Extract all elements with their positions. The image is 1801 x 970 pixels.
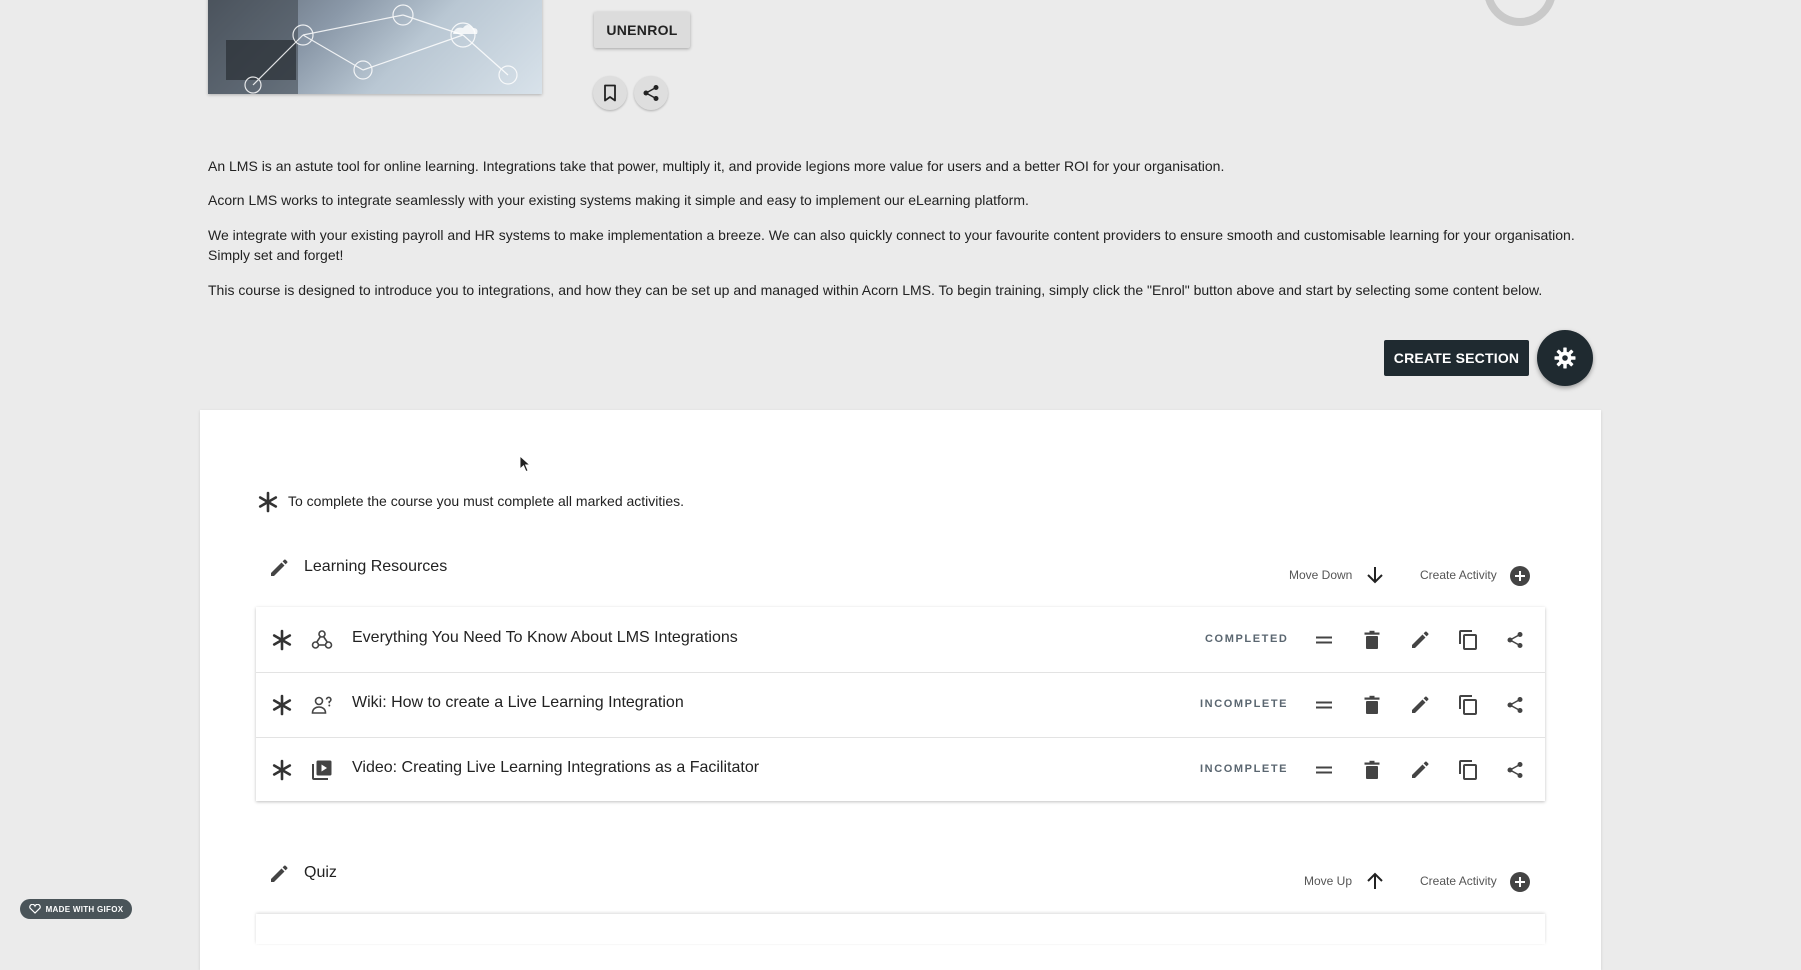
delete-icon[interactable] <box>1361 694 1383 716</box>
pencil-icon[interactable] <box>1409 629 1431 651</box>
activity-list: Everything You Need To Know About LMS In… <box>256 607 1545 801</box>
webhook-icon <box>311 629 333 651</box>
create-section-button[interactable]: CREATE SECTION <box>1384 340 1529 376</box>
person-question-icon <box>311 694 333 716</box>
copy-icon[interactable] <box>1457 759 1479 781</box>
edit-section-button[interactable] <box>268 863 290 885</box>
add-circle-icon <box>1510 872 1530 892</box>
activity-row[interactable]: Wiki: How to create a Live Learning Inte… <box>256 672 1545 738</box>
description-paragraph: This course is designed to introduce you… <box>208 282 1543 298</box>
bookmark-icon <box>604 84 616 102</box>
delete-icon[interactable] <box>1361 629 1383 651</box>
arrow-up-icon <box>1367 872 1383 889</box>
section-title: Quiz <box>304 864 337 881</box>
status-badge: COMPLETED <box>1205 633 1289 645</box>
activity-title[interactable]: Video: Creating Live Learning Integratio… <box>352 759 759 777</box>
delete-icon[interactable] <box>1361 759 1383 781</box>
move-down-button[interactable] <box>1364 564 1386 586</box>
drag-handle-icon[interactable] <box>1313 694 1335 716</box>
course-progress-ring <box>1484 0 1556 26</box>
copy-icon[interactable] <box>1457 694 1479 716</box>
required-asterisk-icon <box>271 629 293 651</box>
share-icon[interactable] <box>1504 759 1526 781</box>
drag-handle-icon[interactable] <box>1313 759 1335 781</box>
completion-note: To complete the course you must complete… <box>288 493 685 509</box>
edit-section-button[interactable] <box>268 557 290 579</box>
section-title: Learning Resources <box>304 558 448 575</box>
video-library-icon <box>311 759 333 781</box>
fox-heart-icon <box>28 904 41 914</box>
pencil-icon[interactable] <box>1409 759 1431 781</box>
activity-title[interactable]: Wiki: How to create a Live Learning Inte… <box>352 694 684 712</box>
status-badge: INCOMPLETE <box>1200 763 1289 775</box>
share-icon <box>643 85 659 101</box>
share-button[interactable] <box>634 76 668 110</box>
required-asterisk-icon <box>271 759 293 781</box>
status-badge: INCOMPLETE <box>1200 698 1289 710</box>
network-illustration-icon <box>208 0 518 94</box>
create-activity-label[interactable]: Create Activity <box>1420 568 1497 582</box>
drag-handle-icon[interactable] <box>1313 629 1335 651</box>
unenrol-button[interactable]: UNENROL <box>594 12 690 48</box>
activity-title[interactable]: Everything You Need To Know About LMS In… <box>352 629 738 647</box>
create-activity-button[interactable] <box>1509 565 1531 587</box>
move-up-button[interactable] <box>1364 870 1386 892</box>
bookmark-button[interactable] <box>593 76 627 110</box>
gifox-badge-label: MADE WITH GIFOX <box>45 904 124 914</box>
share-icon[interactable] <box>1504 629 1526 651</box>
settings-button[interactable] <box>1537 330 1593 386</box>
copy-icon[interactable] <box>1457 629 1479 651</box>
pencil-icon <box>271 559 288 576</box>
add-circle-icon <box>1510 566 1530 586</box>
required-asterisk-icon <box>271 694 293 716</box>
required-asterisk-icon <box>257 491 279 513</box>
arrow-down-icon <box>1367 567 1383 584</box>
gifox-badge: MADE WITH GIFOX <box>20 899 132 919</box>
description-paragraph: An LMS is an astute tool for online lear… <box>208 158 1225 174</box>
course-hero-image <box>208 0 542 94</box>
create-activity-button[interactable] <box>1509 871 1531 893</box>
pencil-icon <box>271 865 288 882</box>
move-down-label[interactable]: Move Down <box>1289 568 1352 582</box>
mouse-cursor-icon <box>519 455 531 473</box>
move-up-label[interactable]: Move Up <box>1304 874 1352 888</box>
share-icon[interactable] <box>1504 694 1526 716</box>
create-activity-label[interactable]: Create Activity <box>1420 874 1497 888</box>
pencil-icon[interactable] <box>1409 694 1431 716</box>
activity-row[interactable]: Video: Creating Live Learning Integratio… <box>256 737 1545 802</box>
gear-icon <box>1554 347 1576 369</box>
description-paragraph: We integrate with your existing payroll … <box>208 227 1575 263</box>
activity-row[interactable]: Everything You Need To Know About LMS In… <box>256 607 1545 673</box>
description-paragraph: Acorn LMS works to integrate seamlessly … <box>208 192 1029 208</box>
